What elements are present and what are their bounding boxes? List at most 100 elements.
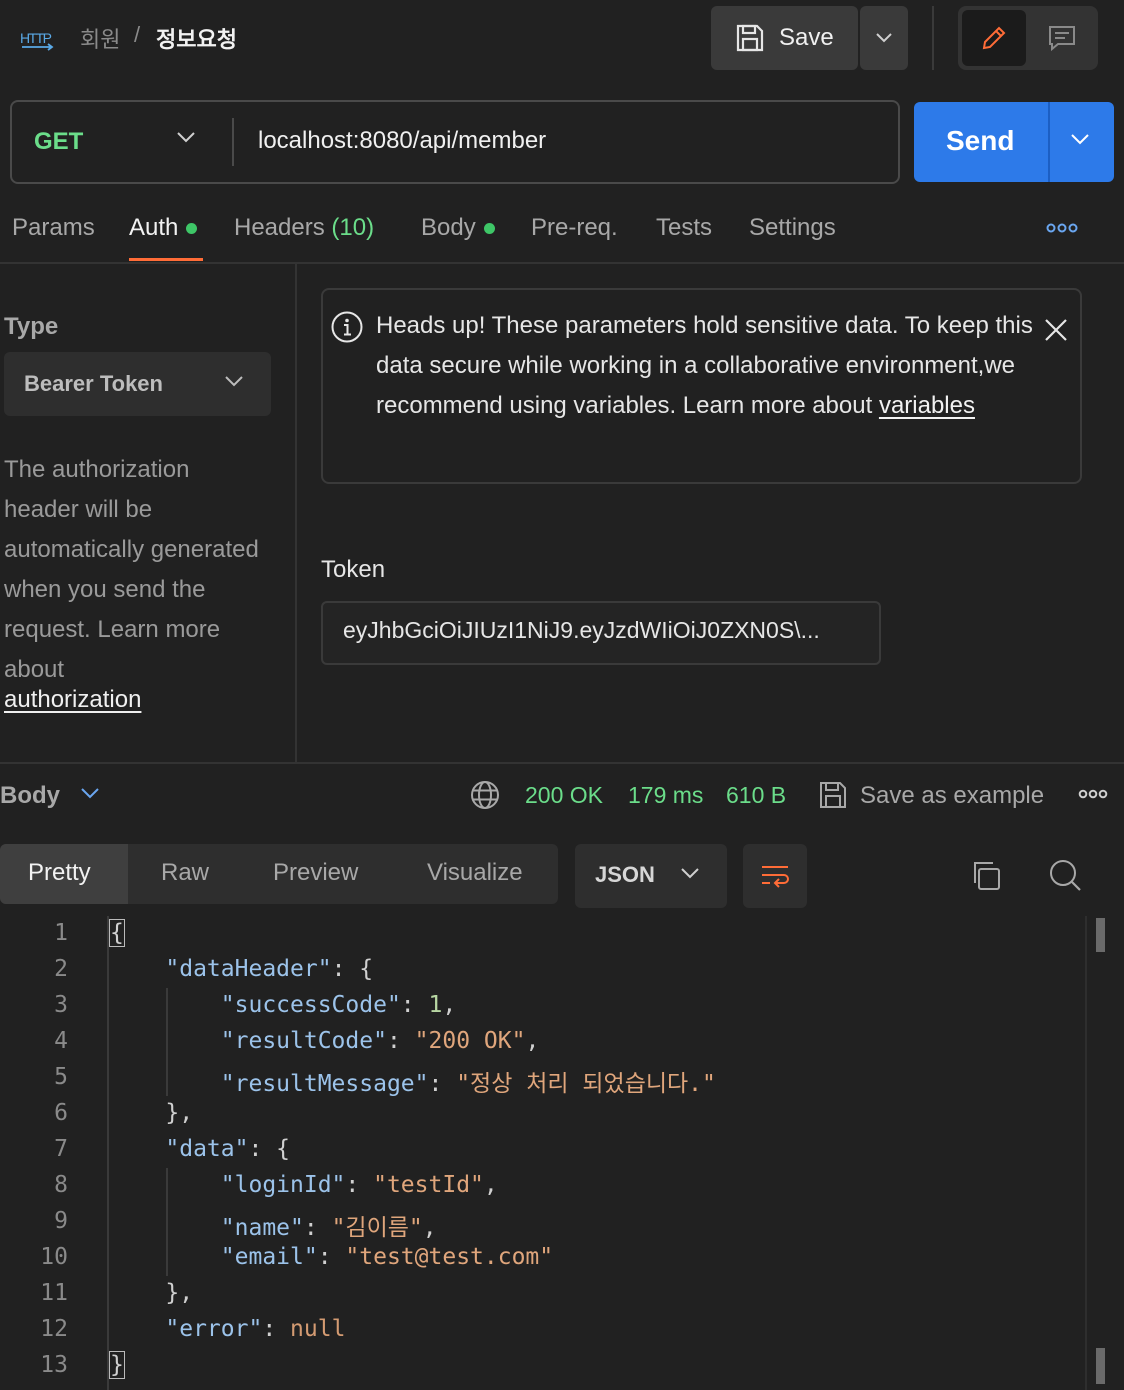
- json-key: "email": [220, 1244, 318, 1270]
- send-label[interactable]: Send: [946, 125, 1014, 157]
- code-line: "error": null: [165, 1316, 346, 1342]
- line-number: 11: [40, 1280, 68, 1306]
- scrollbar[interactable]: [1096, 1348, 1105, 1384]
- code-line: "data": {: [165, 1136, 291, 1162]
- response-size[interactable]: 610 B: [726, 782, 786, 809]
- tab-auth-label: Auth: [129, 214, 179, 241]
- authorization-link[interactable]: authorization: [4, 686, 141, 714]
- response-body-editor[interactable]: 1 2 3 4 5 6 7 8 9 10 11 12 13 { "dataHea…: [0, 916, 1124, 1390]
- tab-params[interactable]: Params: [12, 214, 95, 242]
- breadcrumb-separator: /: [134, 22, 141, 47]
- chevron-down-icon[interactable]: [1070, 132, 1090, 146]
- http-icon: HTTP: [18, 24, 56, 54]
- response-body-select[interactable]: Body: [0, 782, 60, 810]
- language-value[interactable]: JSON: [595, 862, 655, 888]
- tab-body[interactable]: Body: [421, 214, 495, 242]
- line-number: 9: [54, 1208, 68, 1234]
- chevron-down-icon[interactable]: [224, 374, 244, 388]
- chevron-down-icon[interactable]: [80, 786, 100, 800]
- line-number: 10: [40, 1244, 68, 1270]
- panel-divider[interactable]: [295, 264, 297, 762]
- line-number: 4: [54, 1028, 68, 1054]
- tab-prereq[interactable]: Pre-req.: [531, 214, 618, 242]
- json-value: "testId": [373, 1172, 484, 1198]
- breadcrumb-parent[interactable]: 회원: [80, 22, 120, 54]
- more-icon[interactable]: [1078, 788, 1108, 800]
- more-icon[interactable]: [1046, 222, 1078, 234]
- save-label: Save: [779, 24, 834, 51]
- gutter-divider: [107, 916, 109, 1390]
- code-line: },: [165, 1100, 194, 1126]
- save-button[interactable]: Save: [711, 6, 858, 70]
- tab-preview[interactable]: Preview: [273, 859, 358, 887]
- code-line: "dataHeader": {: [165, 956, 374, 982]
- tab-visualize[interactable]: Visualize: [427, 859, 523, 887]
- line-number: 13: [40, 1352, 68, 1378]
- json-key: "data": [165, 1136, 249, 1162]
- breadcrumb-current[interactable]: 정보요청: [156, 22, 237, 54]
- json-value: "test@test.com": [345, 1244, 554, 1270]
- globe-icon[interactable]: [470, 780, 500, 810]
- json-value: "김이름": [331, 1215, 423, 1241]
- save-icon: [735, 23, 765, 53]
- modified-dot: [186, 223, 198, 235]
- tab-settings[interactable]: Settings: [749, 214, 836, 242]
- wrap-icon: [759, 862, 791, 890]
- code-line: "loginId": "testId",: [220, 1172, 498, 1198]
- active-tab-indicator: [129, 258, 203, 261]
- send-divider: [1048, 102, 1050, 182]
- token-label: Token: [321, 556, 386, 583]
- tab-tests[interactable]: Tests: [656, 214, 712, 242]
- line-number: 5: [54, 1064, 68, 1090]
- scrollbar[interactable]: [1096, 918, 1105, 952]
- code-line: {: [109, 919, 125, 947]
- line-number: 6: [54, 1100, 68, 1126]
- variables-link[interactable]: variables: [879, 392, 975, 419]
- line-number: 1: [54, 920, 68, 946]
- code-line: "successCode": 1,: [220, 992, 457, 1018]
- toolbar-divider: [932, 6, 934, 70]
- wrap-lines-button[interactable]: [743, 844, 807, 908]
- divider: [0, 262, 1124, 264]
- chevron-down-icon[interactable]: [680, 866, 700, 880]
- response-divider[interactable]: [0, 762, 1124, 764]
- json-value: null: [290, 1316, 346, 1342]
- url-input[interactable]: localhost:8080/api/member: [258, 127, 546, 155]
- tab-pretty[interactable]: Pretty: [28, 859, 91, 887]
- status-code[interactable]: 200 OK: [525, 782, 603, 809]
- notice-text: Heads up! These parameters hold sensitiv…: [376, 306, 1036, 426]
- code-line: "resultMessage": "정상 처리 되었습니다.": [220, 1071, 716, 1097]
- method-select[interactable]: GET: [34, 128, 83, 156]
- json-key: "successCode": [220, 992, 401, 1018]
- save-as-example-button[interactable]: Save as example: [860, 782, 1044, 810]
- line-number: 3: [54, 992, 68, 1018]
- code-line: }: [109, 1351, 125, 1379]
- line-number: 12: [40, 1316, 68, 1342]
- code-line: },: [165, 1280, 194, 1306]
- tab-raw[interactable]: Raw: [161, 859, 209, 887]
- svg-text:HTTP: HTTP: [20, 30, 52, 46]
- line-number: 8: [54, 1172, 68, 1198]
- search-icon[interactable]: [1048, 858, 1082, 892]
- info-icon: [330, 310, 364, 344]
- response-time[interactable]: 179 ms: [628, 782, 703, 809]
- json-key: "error": [165, 1316, 263, 1342]
- save-icon[interactable]: [818, 780, 848, 810]
- save-options-button[interactable]: [860, 6, 908, 70]
- close-icon[interactable]: [1042, 316, 1070, 344]
- tab-headers[interactable]: Headers (10): [234, 214, 374, 242]
- chevron-down-icon: [875, 32, 893, 44]
- modified-dot: [483, 223, 495, 235]
- edit-mode-button[interactable]: [962, 10, 1026, 66]
- copy-icon[interactable]: [970, 860, 1002, 892]
- token-input[interactable]: eyJhbGciOiJIUzI1NiJ9.eyJzdWIiOiJ0ZXN0S\.…: [343, 617, 863, 644]
- chevron-down-icon[interactable]: [176, 130, 196, 144]
- json-key: "resultCode": [220, 1028, 387, 1054]
- comment-mode-button[interactable]: [1030, 10, 1094, 66]
- auth-type-value[interactable]: Bearer Token: [24, 371, 163, 397]
- json-value: "정상 처리 되었습니다.": [456, 1071, 716, 1097]
- comment-icon: [1047, 23, 1077, 53]
- tab-auth[interactable]: Auth: [129, 214, 198, 242]
- url-bar-divider: [232, 118, 234, 166]
- json-key: "name": [220, 1215, 304, 1241]
